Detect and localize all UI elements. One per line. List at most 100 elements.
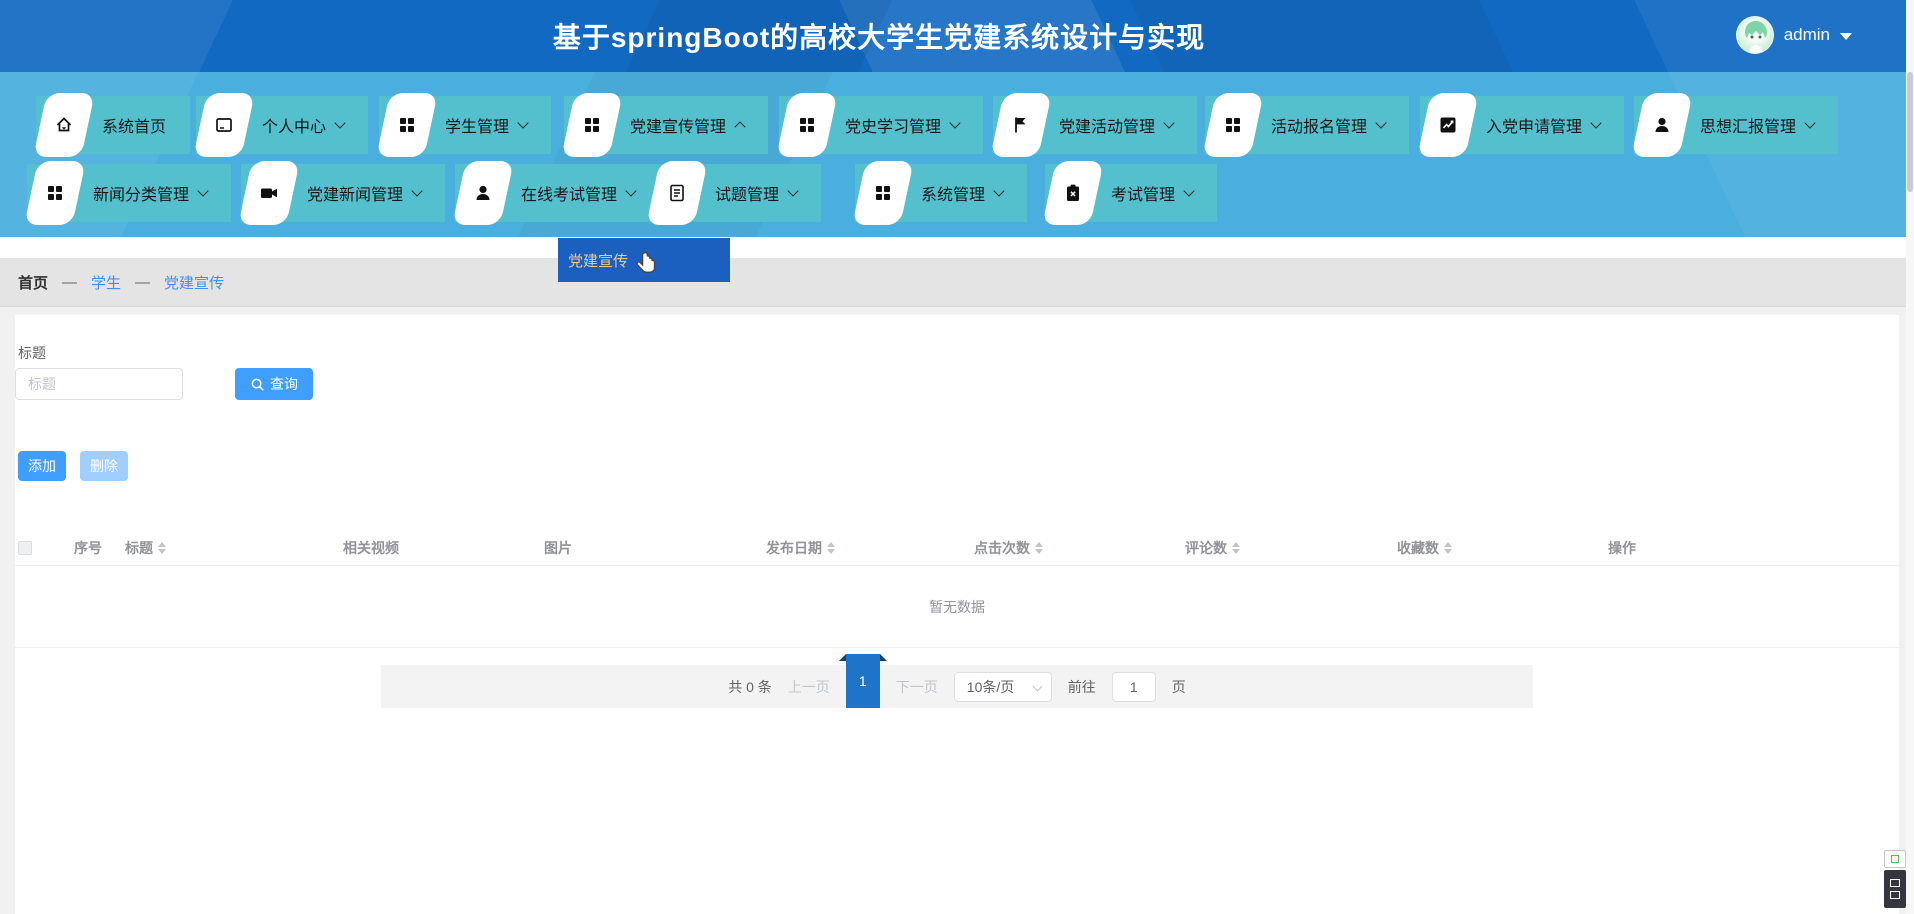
- nav-label: 党建新闻管理: [307, 187, 404, 204]
- chevron-down-icon: [787, 185, 799, 197]
- title-field-label: 标题: [18, 345, 46, 361]
- column-header-video: 相关视频: [343, 538, 544, 558]
- main-nav: 系统首页 个人中心 学生管理 党建宣传管理 党史学习管理 党建活动管理 活动报名…: [0, 72, 1906, 282]
- extension-badge-icon[interactable]: [1884, 850, 1906, 868]
- chevron-down-icon: [1590, 117, 1602, 129]
- page-unit-label: 页: [1171, 678, 1186, 695]
- breadcrumb: 首页 — 学生 — 党建宣传: [0, 258, 1906, 307]
- column-header-clicks[interactable]: 点击次数: [974, 538, 1185, 558]
- chevron-down-icon: [334, 117, 346, 129]
- extension-toolbar[interactable]: [1884, 870, 1906, 908]
- clipboard-icon: [1042, 161, 1104, 225]
- nav-item-party-history-study-mgmt[interactable]: 党史学习管理: [776, 93, 984, 157]
- grid-icon: [776, 93, 838, 157]
- column-header-favorites[interactable]: 收藏数: [1397, 538, 1608, 558]
- user-icon: [1631, 93, 1693, 157]
- sort-icon[interactable]: [1444, 541, 1452, 554]
- chevron-down-icon: [517, 117, 529, 129]
- column-label: 图片: [544, 539, 572, 556]
- breadcrumb-link-party-publicity[interactable]: 党建宣传: [164, 272, 224, 293]
- chevron-up-icon: [734, 121, 746, 133]
- nav-item-news-category-mgmt[interactable]: 新闻分类管理: [24, 161, 232, 225]
- chevron-down-icon: [949, 117, 961, 129]
- grid-icon: [852, 161, 914, 225]
- chevron-down-icon: [1375, 117, 1387, 129]
- search-button[interactable]: 查询: [235, 368, 313, 400]
- avatar-illustration: [1744, 21, 1767, 53]
- breadcrumb-separator: —: [135, 273, 151, 291]
- column-label: 相关视频: [343, 539, 399, 556]
- column-header-image: 图片: [544, 538, 766, 558]
- scrollbar-thumb[interactable]: [1907, 72, 1913, 192]
- nav-label: 活动报名管理: [1271, 119, 1368, 136]
- nav-label: 入党申请管理: [1486, 119, 1583, 136]
- grid-icon: [376, 93, 438, 157]
- nav-label: 考试管理: [1111, 187, 1176, 204]
- nav-label: 试题管理: [715, 187, 780, 204]
- add-button[interactable]: 添加: [18, 451, 66, 481]
- column-header-index: 序号: [74, 538, 125, 558]
- column-header-title[interactable]: 标题: [125, 538, 343, 558]
- nav-item-online-exam-mgmt[interactable]: 在线考试管理: [452, 161, 660, 225]
- search-icon: [251, 378, 264, 391]
- prev-page-button[interactable]: 上一页: [788, 677, 830, 697]
- app-header: 基于springBoot的高校大学生党建系统设计与实现 admin: [0, 0, 1906, 72]
- nav-label: 个人中心: [262, 119, 327, 136]
- nav-item-exam-mgmt[interactable]: 考试管理: [1042, 161, 1218, 225]
- chevron-down-icon: [1163, 117, 1175, 129]
- sort-icon[interactable]: [158, 541, 166, 554]
- column-label: 标题: [125, 539, 153, 556]
- user-menu[interactable]: admin: [1735, 16, 1852, 54]
- content-card: 标题 查询 添加 删除 序号 标题 相关视频 图片 发布日期: [15, 315, 1899, 914]
- nav-item-party-application-mgmt[interactable]: 入党申请管理: [1417, 93, 1625, 157]
- scrollbar-track[interactable]: [1906, 0, 1914, 914]
- goto-page-input[interactable]: [1111, 671, 1156, 702]
- nav-item-question-mgmt[interactable]: 试题管理: [646, 161, 822, 225]
- table-header-row: 序号 标题 相关视频 图片 发布日期 点击次数 评论数 收藏数 操作: [15, 530, 1899, 566]
- page-size-value: 10条/页: [966, 678, 1015, 695]
- id-card-icon: [193, 93, 255, 157]
- breadcrumb-home: 首页: [18, 274, 49, 292]
- chevron-down-icon: [993, 185, 1005, 197]
- column-label: 点击次数: [974, 539, 1030, 556]
- nav-item-student-mgmt[interactable]: 学生管理: [376, 93, 552, 157]
- column-header-publish-date[interactable]: 发布日期: [766, 538, 974, 558]
- select-all-checkbox[interactable]: [18, 540, 32, 555]
- column-header-actions: 操作: [1608, 538, 1899, 558]
- nav-label: 党史学习管理: [845, 119, 942, 136]
- nav-label: 在线考试管理: [521, 187, 618, 204]
- avatar[interactable]: [1735, 16, 1774, 54]
- nav-label: 思想汇报管理: [1700, 119, 1797, 136]
- column-label: 收藏数: [1397, 539, 1439, 556]
- username[interactable]: admin: [1784, 25, 1830, 45]
- nav-item-activity-signup-mgmt[interactable]: 活动报名管理: [1202, 93, 1410, 157]
- nav-item-system-mgmt[interactable]: 系统管理: [852, 161, 1028, 225]
- nav-item-party-activity-mgmt[interactable]: 党建活动管理: [990, 93, 1198, 157]
- chevron-down-icon: [1804, 117, 1816, 129]
- user-icon: [452, 161, 514, 225]
- nav-item-party-publicity-mgmt[interactable]: 党建宣传管理: [561, 93, 769, 157]
- main-content: 标题 查询 添加 删除 序号 标题 相关视频 图片 发布日期: [0, 307, 1906, 914]
- delete-button[interactable]: 删除: [80, 451, 128, 481]
- nav-item-party-news-mgmt[interactable]: 党建新闻管理: [238, 161, 446, 225]
- window-icon: [1890, 879, 1900, 887]
- page-size-select[interactable]: 10条/页: [953, 671, 1052, 702]
- column-header-comments[interactable]: 评论数: [1185, 538, 1397, 558]
- nav-item-thought-report-mgmt[interactable]: 思想汇报管理: [1631, 93, 1839, 157]
- sort-icon[interactable]: [1035, 541, 1043, 554]
- breadcrumb-link-student[interactable]: 学生: [91, 272, 121, 293]
- pagination-total: 共 0 条: [728, 678, 772, 695]
- title-search-input[interactable]: [15, 368, 183, 400]
- sort-icon[interactable]: [1232, 541, 1240, 554]
- column-label: 操作: [1608, 539, 1636, 556]
- floating-extension-widget[interactable]: [1884, 850, 1906, 908]
- chevron-down-icon: [197, 185, 209, 197]
- nav-item-personal-center[interactable]: 个人中心: [193, 93, 369, 157]
- next-page-button[interactable]: 下一页: [896, 677, 938, 697]
- dropdown-item-party-publicity[interactable]: 党建宣传: [568, 250, 628, 271]
- current-page-button[interactable]: 1: [838, 654, 887, 708]
- sort-icon[interactable]: [827, 541, 835, 554]
- search-button-label: 查询: [270, 376, 298, 392]
- chevron-down-icon: [411, 185, 423, 197]
- nav-item-system-home[interactable]: 系统首页: [33, 93, 191, 157]
